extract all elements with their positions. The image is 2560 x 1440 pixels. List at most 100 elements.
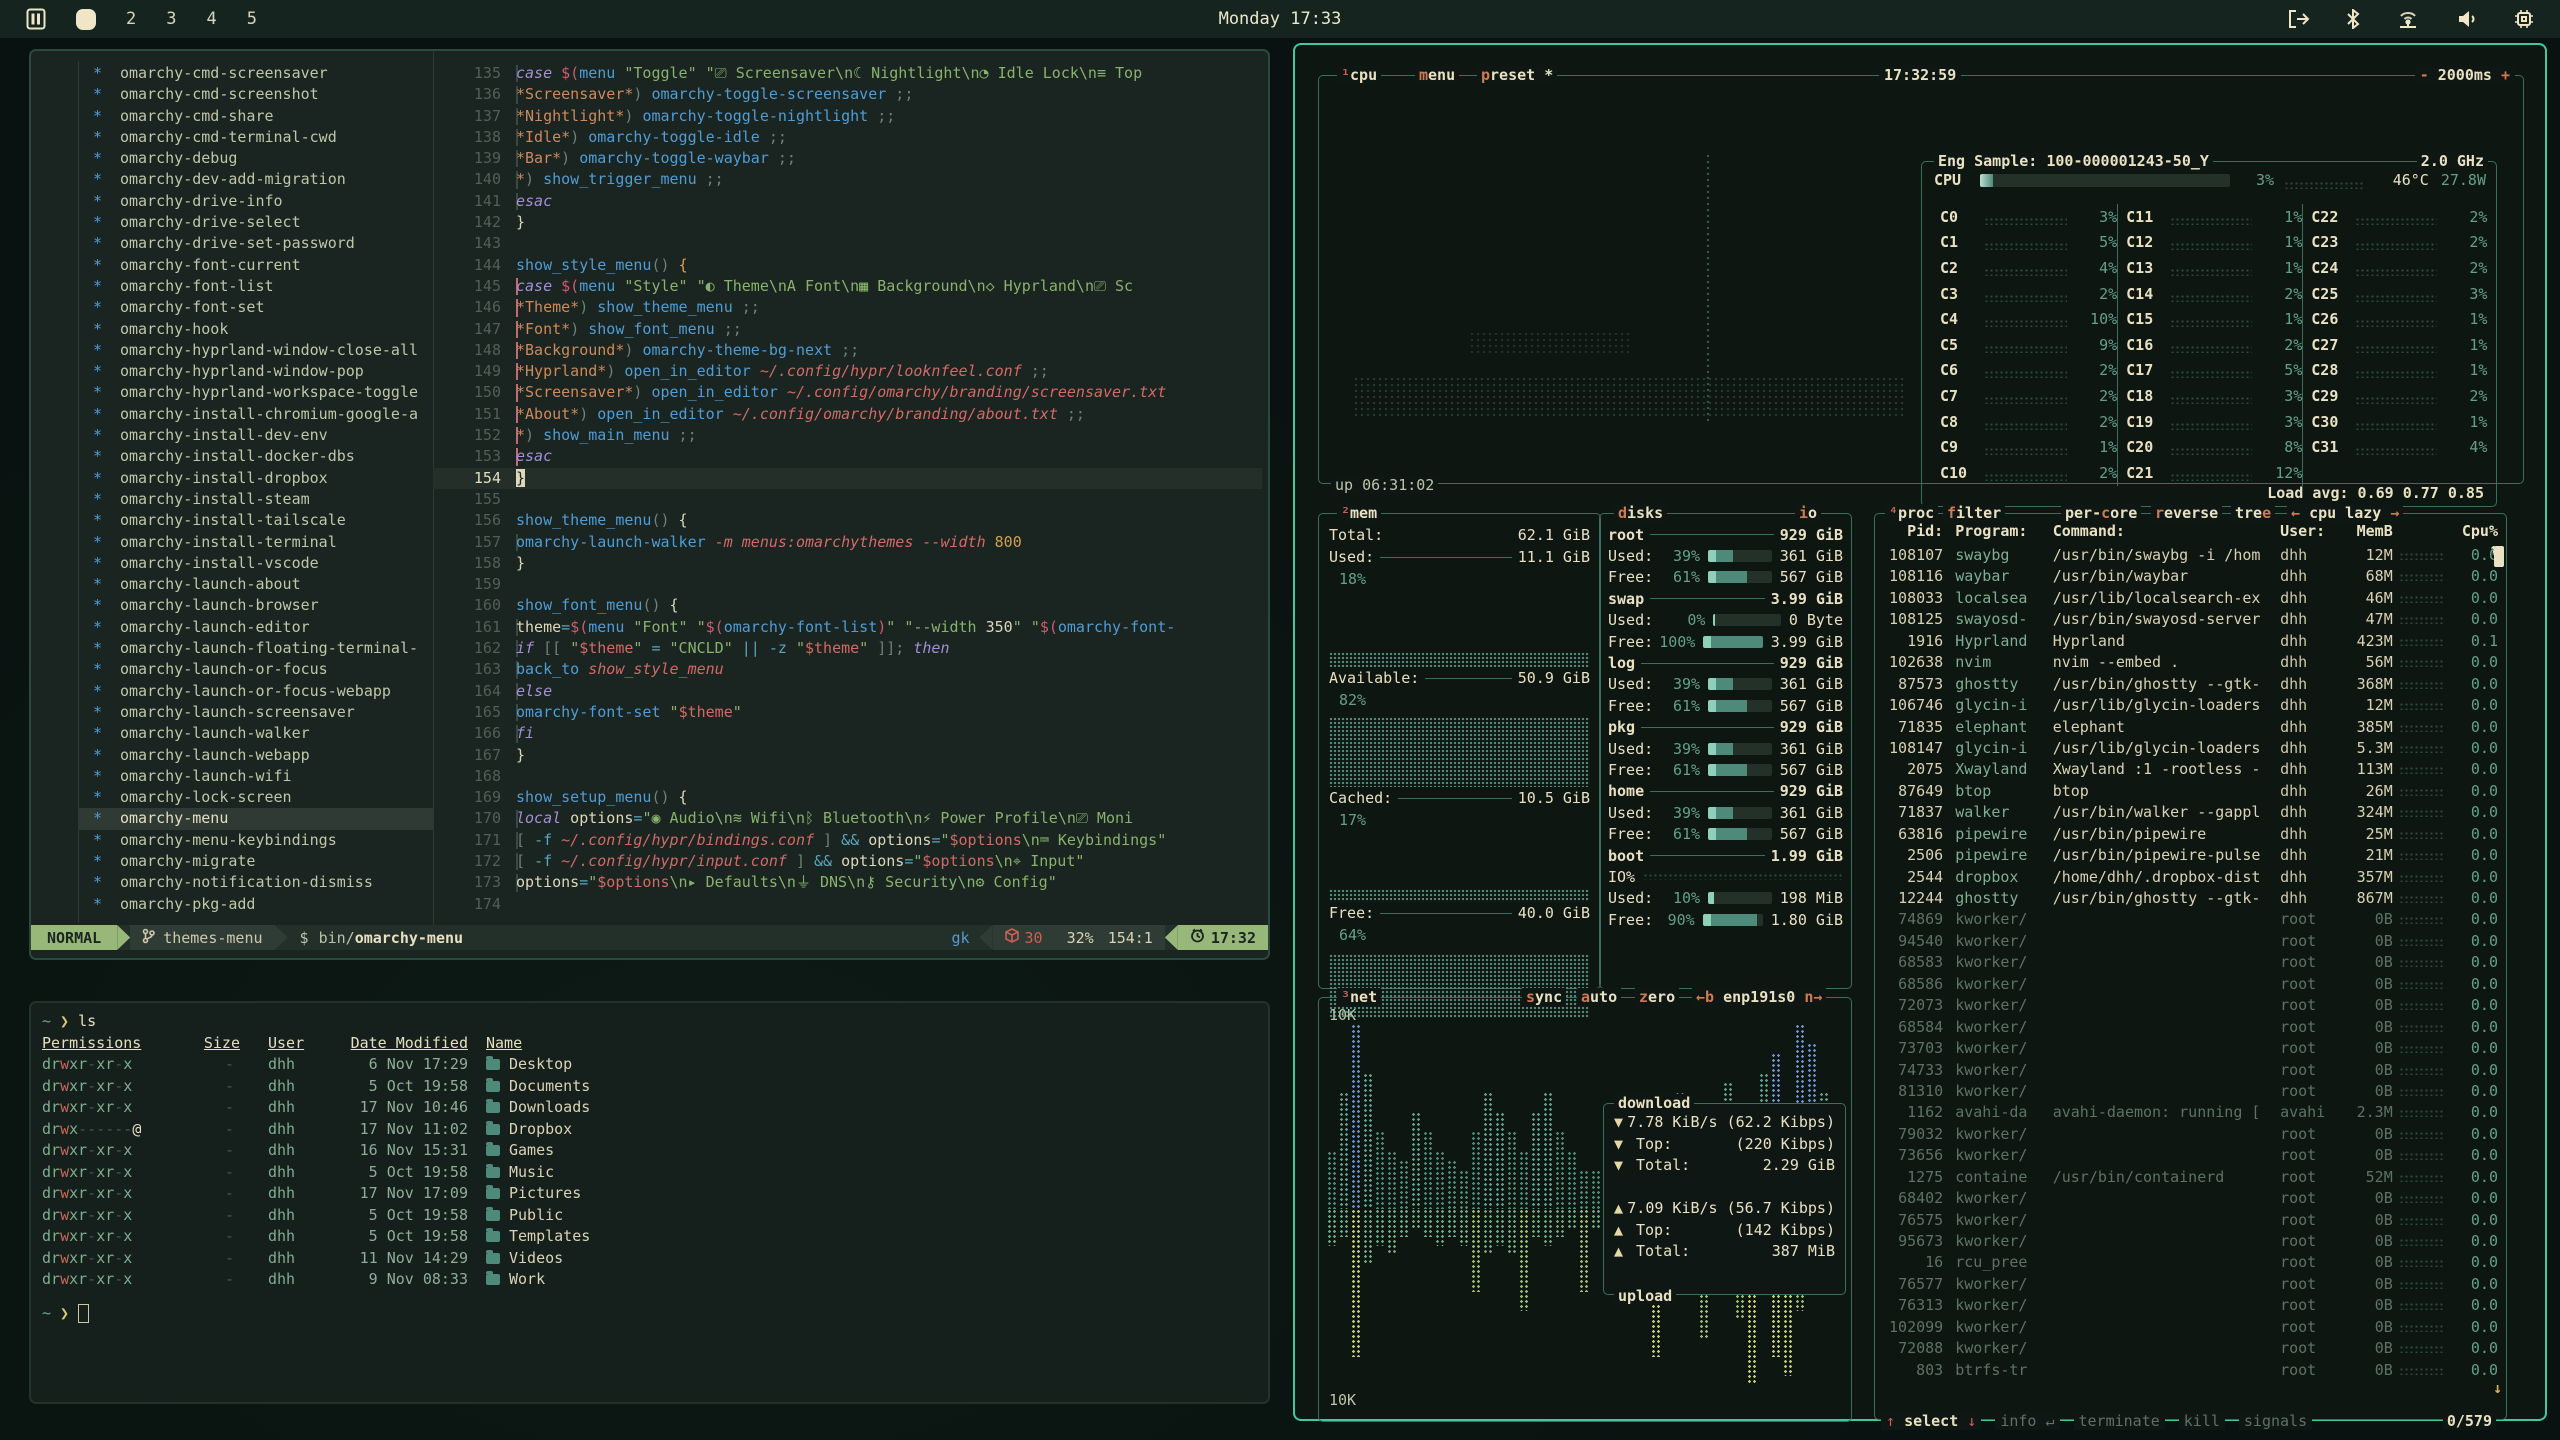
- logout-icon[interactable]: [2288, 9, 2310, 29]
- net-tab-auto[interactable]: auto: [1577, 988, 1621, 1006]
- core-row: C410%: [1940, 306, 2117, 332]
- filter-button[interactable]: filter: [1943, 504, 2005, 522]
- core-row: C183%: [2126, 383, 2302, 409]
- process-row[interactable]: 71835elephantelephantdhh385M0.0: [1883, 717, 2498, 738]
- process-row[interactable]: 68584kworker/root0B0.0: [1883, 1017, 2498, 1038]
- core-row: C111%: [2126, 204, 2302, 230]
- process-row[interactable]: 81310kworker/root0B0.0: [1883, 1081, 2498, 1102]
- proc-scrollbar[interactable]: [2494, 546, 2504, 567]
- update-interval[interactable]: - 2000ms +: [2415, 66, 2515, 84]
- bluetooth-icon[interactable]: [2346, 9, 2360, 29]
- per-core-button[interactable]: per-core: [2061, 504, 2141, 522]
- process-row[interactable]: 94540kworker/root0B0.0: [1883, 931, 2498, 952]
- process-row[interactable]: 102638nvimnvim --embed .dhh56M0.0: [1883, 652, 2498, 673]
- upload-rate: ▲7.09 KiB/s (56.7 Kibps): [1614, 1198, 1835, 1220]
- process-row[interactable]: 74733kworker/root0B0.0: [1883, 1060, 2498, 1081]
- process-row[interactable]: 87573ghostty/usr/bin/ghostty --gtk-dhh36…: [1883, 674, 2498, 695]
- process-row[interactable]: 63816pipewire/usr/bin/pipewiredhh25M0.0: [1883, 824, 2498, 845]
- process-row[interactable]: 106746glycin-i/usr/lib/glycin-loadersdhh…: [1883, 695, 2498, 716]
- preset-button[interactable]: preset *: [1477, 66, 1557, 84]
- process-row[interactable]: 76313kworker/root0B0.0: [1883, 1295, 2498, 1316]
- process-row[interactable]: 108116waybar/usr/bin/waybardhh68M0.0: [1883, 566, 2498, 587]
- code-line: 157 omarchy-launch-walker -m menus:omarc…: [31, 532, 1262, 553]
- disk-title: home929 GiB: [1608, 781, 1843, 802]
- process-row[interactable]: 76577kworker/root0B0.0: [1883, 1274, 2498, 1295]
- cursor-position: 32% 154:1: [1055, 925, 1165, 950]
- proc-column-headers[interactable]: Pid: Program: Command: User: MemB Cpu% ↑: [1883, 522, 2498, 544]
- selection-count: 0/579: [2443, 1412, 2496, 1430]
- prompt-line[interactable]: ~❯: [42, 1303, 1258, 1325]
- download-top: ▼Top:(220 Kibps): [1614, 1134, 1835, 1156]
- process-row[interactable]: 108125swayosd-/usr/bin/swayosd-serverdhh…: [1883, 609, 2498, 630]
- io-tab[interactable]: io: [1795, 504, 1821, 522]
- code-line: 135 case $(menu "Toggle" "⎚ Screensaver\…: [31, 63, 1262, 84]
- process-row[interactable]: 68583kworker/root0B0.0: [1883, 952, 2498, 973]
- kill-hint[interactable]: kill: [2179, 1412, 2225, 1430]
- process-row[interactable]: 2075XwaylandXwayland :1 -rootless -dhh11…: [1883, 759, 2498, 780]
- disk-used-row: Used:0%0 Byte: [1608, 610, 1843, 631]
- process-row[interactable]: 73703kworker/root0B0.0: [1883, 1038, 2498, 1059]
- process-row[interactable]: 76575kworker/root0B0.0: [1883, 1210, 2498, 1231]
- code-line: 174: [31, 894, 1262, 915]
- sort-selector[interactable]: ← cpu lazy →: [2287, 504, 2403, 522]
- pending-keys: gk: [941, 925, 979, 950]
- code-line: 168: [31, 766, 1262, 787]
- info-hint[interactable]: info ↵: [1995, 1412, 2059, 1430]
- download-total: ▼Total:2.29 GiB: [1614, 1155, 1835, 1177]
- segment-arrow: [980, 925, 993, 950]
- code-editor[interactable]: 135 case $(menu "Toggle" "⎚ Screensaver\…: [31, 63, 1262, 915]
- folder-icon: [486, 1145, 500, 1156]
- process-row[interactable]: 108033localsea/usr/lib/localsearch-exdhh…: [1883, 588, 2498, 609]
- folder-icon: [486, 1059, 500, 1070]
- process-row[interactable]: 68586kworker/root0B0.0: [1883, 974, 2498, 995]
- segment-arrow: [117, 925, 130, 950]
- chip-icon[interactable]: [2514, 9, 2534, 29]
- cpu-box-title[interactable]: ¹cpu: [1337, 66, 1381, 84]
- folder-icon: [486, 1188, 500, 1199]
- net-tab-sync[interactable]: sync: [1522, 988, 1566, 1006]
- core-row: C72%: [1940, 383, 2117, 409]
- process-row[interactable]: 12244ghostty/usr/bin/ghostty --gtk-dhh86…: [1883, 888, 2498, 909]
- net-tab-zero[interactable]: zero: [1635, 988, 1679, 1006]
- process-row[interactable]: 87649btopbtopdhh26M0.0: [1883, 781, 2498, 802]
- disks-tab[interactable]: disks: [1614, 504, 1667, 522]
- process-row[interactable]: 2506pipewire/usr/bin/pipewire-pulsedhh21…: [1883, 845, 2498, 866]
- process-row[interactable]: 1162avahi-daavahi-daemon: running [avahi…: [1883, 1102, 2498, 1123]
- network-icon[interactable]: [2396, 9, 2420, 29]
- core-row: C253%: [2311, 281, 2487, 307]
- net-interface-switcher[interactable]: ←b enp191s0 n→: [1692, 988, 1826, 1006]
- tree-button[interactable]: tree: [2231, 504, 2275, 522]
- process-row[interactable]: 2544dropbox/home/dhh/.dropbox-distdhh357…: [1883, 867, 2498, 888]
- process-row[interactable]: 108107swaybg/usr/bin/swaybg -i /homdhh12…: [1883, 545, 2498, 566]
- process-row[interactable]: 79032kworker/root0B0.0: [1883, 1124, 2498, 1145]
- btop-window: ¹cpu menu preset * 17:32:59 - 2000ms + u…: [1293, 43, 2547, 1421]
- terminal-content[interactable]: ~❯lsPermissionsSizeUserDate ModifiedName…: [42, 1011, 1258, 1324]
- process-row[interactable]: 72088kworker/root0B0.0: [1883, 1338, 2498, 1359]
- core-row: C281%: [2311, 358, 2487, 384]
- memory-box-title[interactable]: ²mem: [1337, 504, 1381, 522]
- process-row[interactable]: 95673kworker/root0B0.0: [1883, 1231, 2498, 1252]
- menu-button[interactable]: menu: [1415, 66, 1459, 84]
- process-row[interactable]: 1916HyprlandHyprlanddhh423M0.1: [1883, 631, 2498, 652]
- process-row[interactable]: 1275containe/usr/bin/containerdroot52M0.…: [1883, 1167, 2498, 1188]
- process-row[interactable]: 73656kworker/root0B0.0: [1883, 1145, 2498, 1166]
- net-box-title[interactable]: ³net: [1337, 988, 1381, 1006]
- process-row[interactable]: 108147glycin-i/usr/lib/glycin-loadersdhh…: [1883, 738, 2498, 759]
- process-row[interactable]: 68402kworker/root0B0.0: [1883, 1188, 2498, 1209]
- proc-box-title[interactable]: ⁴proc: [1885, 504, 1938, 522]
- core-row: C62%: [1940, 358, 2117, 384]
- terminate-hint[interactable]: terminate: [2074, 1412, 2165, 1430]
- process-row[interactable]: 16rcu_preeroot0B0.0: [1883, 1252, 2498, 1273]
- core-row: C03%: [1940, 204, 2117, 230]
- volume-icon[interactable]: [2456, 9, 2478, 29]
- process-row[interactable]: 74869kworker/root0B0.0: [1883, 909, 2498, 930]
- process-row[interactable]: 803btrfs-trroot0B0.0: [1883, 1360, 2498, 1381]
- code-line: 170 local options="◉ Audio\n≋ Wifi\nᛒ Bl…: [31, 808, 1262, 829]
- select-hint[interactable]: ↑ select ↓: [1881, 1412, 1981, 1430]
- signals-hint[interactable]: signals: [2239, 1412, 2312, 1430]
- process-row[interactable]: 71837walker/usr/bin/walker --gappldhh324…: [1883, 802, 2498, 823]
- download-label: download: [1614, 1094, 1694, 1112]
- process-row[interactable]: 102099kworker/root0B0.0: [1883, 1317, 2498, 1338]
- reverse-button[interactable]: reverse: [2151, 504, 2222, 522]
- process-row[interactable]: 72073kworker/root0B0.0: [1883, 995, 2498, 1016]
